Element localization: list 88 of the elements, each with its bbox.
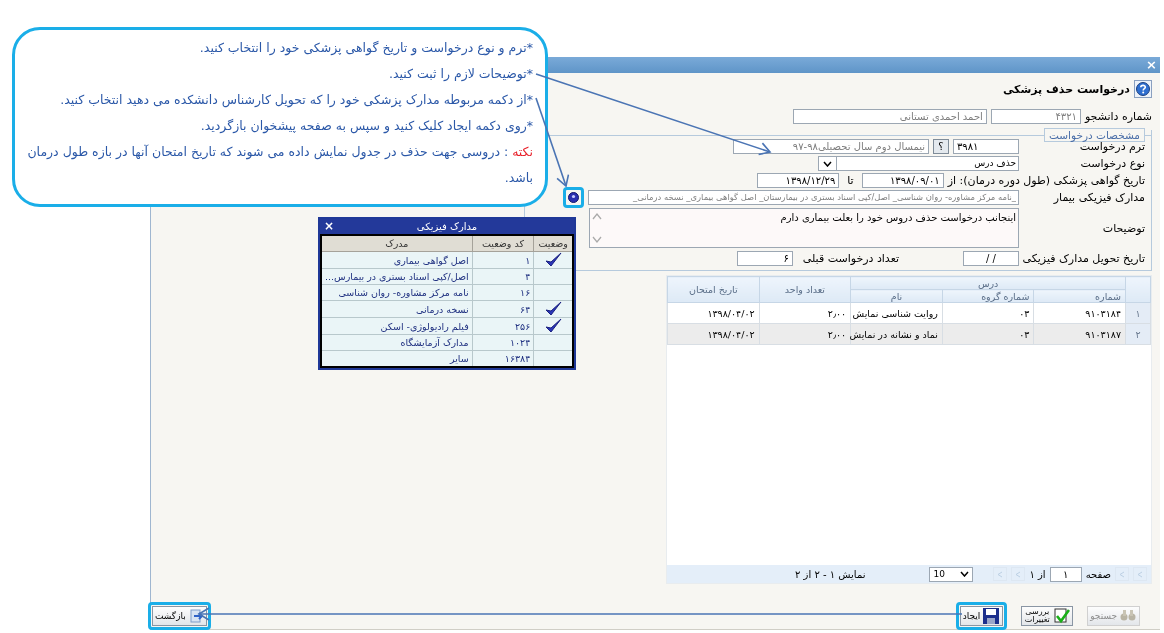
field-label: تعداد درخواست قبلی	[802, 252, 899, 265]
table-cell: ۹۱۰۳۱۸۷	[1033, 323, 1126, 345]
table-cell: ۹۱۰۳۱۸۴	[1033, 302, 1126, 324]
input-field[interactable]: ۳۹۸۱	[953, 139, 1019, 154]
back-button[interactable]: بازگشت	[152, 606, 207, 626]
table-cell: ۱۰۲۴	[472, 334, 534, 351]
input-field[interactable]: ۴۳۲۱	[990, 109, 1081, 124]
close-button[interactable]: ×	[324, 219, 335, 233]
table-cell: ۲٫۰۰	[759, 302, 851, 324]
pager-summary: نمایش ۱ - ۲ از ۲	[795, 568, 866, 580]
table-cell: ۰۳	[942, 302, 1034, 324]
field-label: تا	[846, 174, 855, 187]
list-row[interactable]: ۱۶ نامه مرکز مشاوره- روان شناسی	[321, 284, 573, 301]
list-row[interactable]: ۱۶۳۸۴ سایر	[321, 350, 573, 367]
section-legend: مشخصات درخواست	[1044, 128, 1145, 142]
input-field[interactable]: ۱۳۹۸/۱۲/۲۹	[757, 173, 840, 188]
field-label: تاریخ تحویل مدارک فیزیکی	[1023, 252, 1145, 265]
help-button[interactable]: ؟	[933, 139, 949, 154]
row-number: ۱	[1125, 302, 1151, 324]
table-cell: ۱۳۹۸/۰۴/۰۲	[667, 302, 760, 324]
instruction-text: *روی دکمه ایجاد کلیک کنید و سپس به صفحه پیشخوان بازگردید.	[199, 117, 533, 136]
input-field[interactable]: _نامه مرکز مشاوره- روان شناسی_ اصل/کپی اسناد بستری در بیمارستان_ اصل گواهی بیماری_ نسخه درمانی_	[588, 190, 1019, 205]
help-icon	[1136, 82, 1150, 96]
input-field[interactable]: نیمسال دوم سال تحصیلی۹۸-۹۷	[733, 139, 929, 154]
column-header[interactable]: وضعیت	[533, 235, 573, 252]
text-area-value: اینجانب درخواست حذف دروس خود را بعلت بیماری دارم	[780, 211, 1016, 224]
table-cell: ۲۵۶	[472, 317, 534, 335]
table-cell: ۴	[472, 268, 534, 285]
popup-title: مدارک فیزیکی	[416, 221, 478, 232]
table-cell: نماد و نشانه در نمایش	[850, 323, 943, 345]
pager-button[interactable]	[993, 567, 1008, 581]
pager-label: از ۱	[1029, 568, 1046, 580]
dropdown-value: حذف درس	[974, 157, 1016, 170]
input-field[interactable]: / /	[963, 251, 1019, 266]
toolbar-button[interactable]: ایجاد	[959, 606, 1004, 626]
instruction-text: *ترم و نوع درخواست و تاریخ گواهی پزشکی خود را انتخاب کنید.	[198, 39, 533, 58]
input-field[interactable]: ۱۳۹۸/۰۹/۰۱	[861, 173, 944, 188]
pager-label: صفحه	[1085, 568, 1111, 580]
help-button[interactable]	[1134, 80, 1152, 98]
pager-button[interactable]	[1133, 567, 1147, 581]
table-cell: ۱۶	[472, 284, 534, 301]
list-row[interactable]: ۶۴ نسخه درمانی	[321, 300, 573, 318]
field-label: نوع درخواست	[1079, 157, 1145, 170]
list-row[interactable]: ۴ اصل/کپی اسناد بستری در بیمارس...	[321, 268, 573, 285]
page-size-dropdown[interactable]: 10	[929, 566, 974, 582]
table-cell: ۱۳۹۸/۰۴/۰۲	[667, 323, 760, 345]
table-cell: مدارک آزمایشگاه	[321, 334, 473, 351]
table-cell: ۲٫۰۰	[759, 323, 851, 345]
row-number: ۲	[1125, 323, 1151, 345]
field-label: شماره دانشجو	[1084, 110, 1152, 123]
instruction-text: *از دکمه مربوطه مدارک پزشکی خود را که تحویل کارشناس دانشکده می دهید انتخاب کنید.	[59, 91, 533, 110]
column-header: درس	[850, 276, 1126, 290]
table-cell: ۶۴	[472, 300, 534, 318]
text-area[interactable]: اینجانب درخواست حذف دروس خود را بعلت بیماری دارم	[589, 208, 1019, 248]
pager-button[interactable]	[1115, 567, 1129, 581]
pager-button[interactable]	[1011, 567, 1026, 581]
header-cell	[1125, 276, 1151, 303]
column-header[interactable]: مدرک	[321, 235, 473, 252]
list-row[interactable]: ۱ اصل گواهی بیماری	[321, 251, 573, 269]
checklist-icon	[1052, 607, 1071, 625]
field-label: تاریخ گواهی پزشکی (طول دوره درمان): از	[947, 174, 1145, 187]
page-title: درخواست حذف پزشکی	[1002, 82, 1130, 96]
table-row[interactable]: ۲ ۹۱۰۳۱۸۷ ۰۳ نماد و نشانه در نمایش ۲٫۰۰ ۱۳۹۸/۰۴/۰۲	[667, 323, 1151, 345]
input-field[interactable]: احمد احمدی تستانی	[792, 109, 987, 124]
table-row[interactable]: ۱ ۹۱۰۳۱۸۴ ۰۳ روایت شناسی نمایش ۲٫۰۰ ۱۳۹۸/۰۴/۰۲	[667, 302, 1151, 324]
input-field[interactable]: ۶	[736, 251, 793, 266]
page-field[interactable]: ۱	[1049, 566, 1082, 582]
list-row[interactable]: ۱۰۲۴ مدارک آزمایشگاه	[321, 334, 573, 351]
field-label: توضیحات	[1101, 221, 1145, 235]
toolbar-button[interactable]: بررسی تغییرات	[1021, 606, 1074, 626]
list-row[interactable]: ۲۵۶ فیلم رادیولوژی- اسکن	[321, 317, 573, 335]
table-cell: روایت شناسی نمایش	[850, 302, 943, 324]
dropdown[interactable]: حذف درس	[818, 156, 1019, 171]
note-text: نکته : دروسی جهت حذف در جدول نمایش داده می شوند که تاریخ امتحان آنها در بازه طول درمان باشد.	[26, 143, 533, 187]
caret-icon	[823, 160, 832, 167]
table-cell: ۱	[472, 251, 534, 269]
instruction-text: *توضیحات لازم را ثبت کنید.	[387, 65, 533, 84]
circle-icon	[568, 192, 579, 203]
field-label: مدارک فیزیکی بیمار	[1052, 191, 1145, 204]
caret-icon	[960, 571, 970, 577]
table-cell: ۰۳	[942, 323, 1034, 345]
column-header[interactable]: تعداد واحد	[759, 276, 851, 303]
column-header[interactable]: کد وضعیت	[472, 235, 534, 252]
column-header[interactable]: تاریخ امتحان	[667, 276, 760, 303]
caret-icon	[1118, 570, 1126, 578]
floppy-icon	[982, 607, 1001, 625]
dropdown-value: 10	[933, 567, 945, 581]
caret-icon	[1136, 570, 1144, 578]
